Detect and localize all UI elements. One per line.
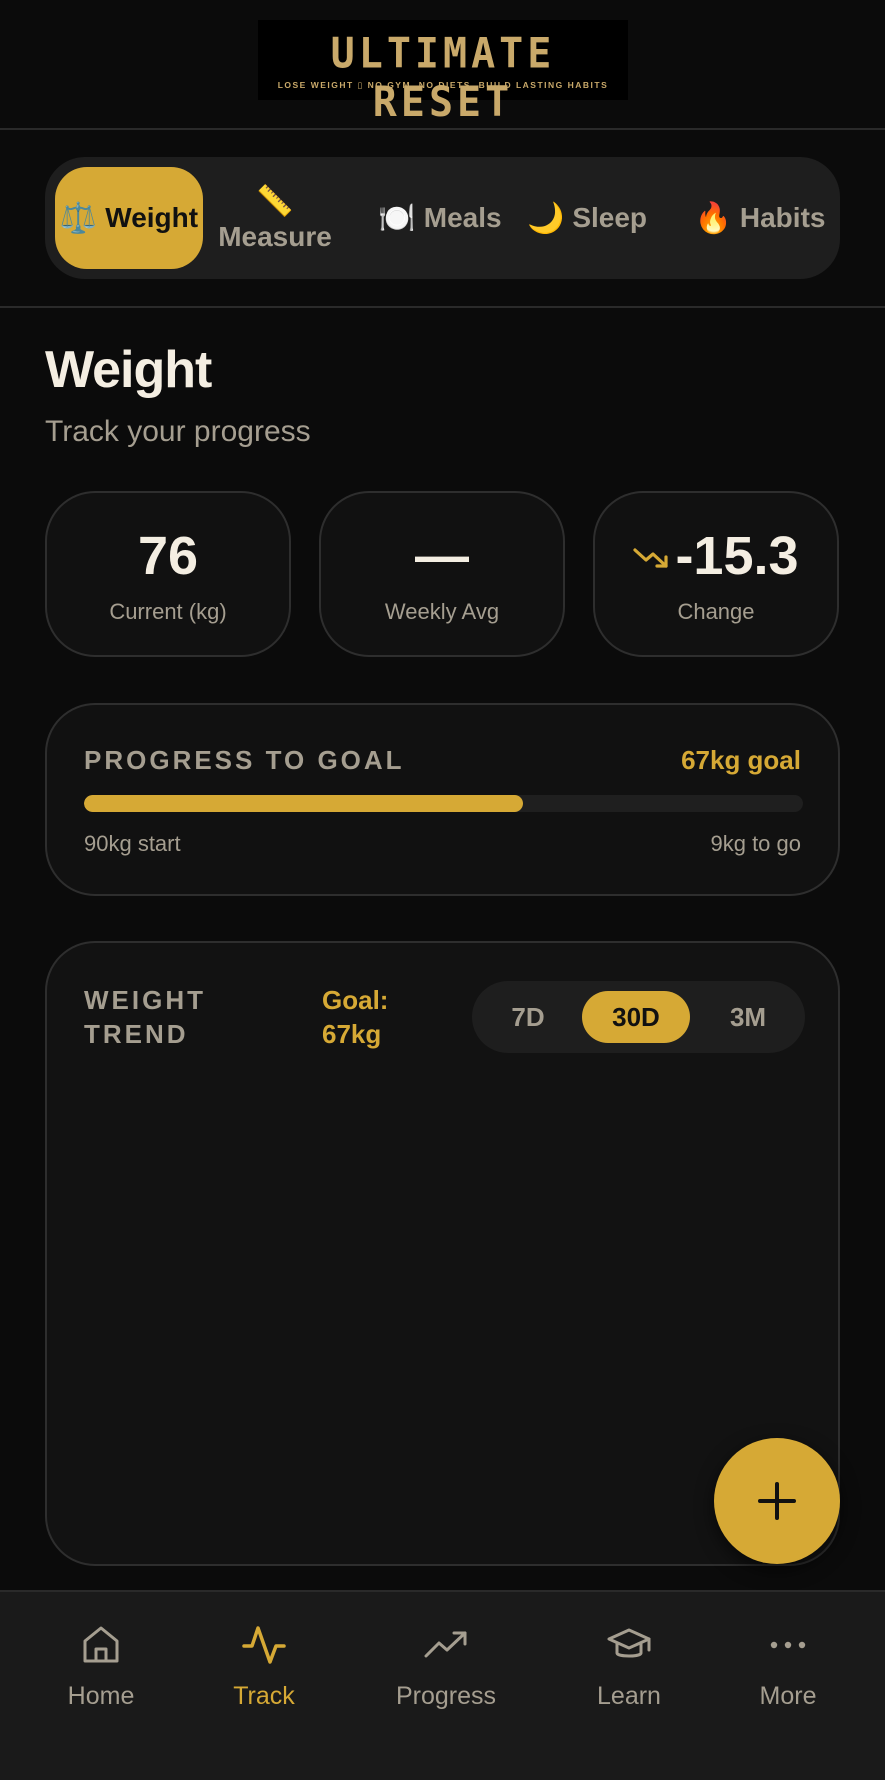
bottom-nav: Home Track Progress Learn More	[0, 1590, 885, 1780]
progress-goal: 67kg goal	[681, 745, 801, 775]
stat-card-change: -15.3 Change	[593, 491, 839, 657]
nav-progress[interactable]: Progress	[371, 1622, 521, 1732]
tab-label: Sleep	[572, 202, 648, 233]
page-title: Weight	[45, 341, 212, 399]
tab-label: Weight	[105, 202, 199, 233]
progress-start: 90kg start	[84, 831, 181, 856]
brand-title: ULTIMATE RESET	[330, 29, 556, 127]
weight-trend-label: WEIGHT TREND	[84, 985, 206, 1049]
page-subtitle: Track your progress	[45, 415, 311, 448]
more-dots-icon	[770, 1641, 806, 1649]
progress-bar	[84, 795, 803, 812]
range-30d-button[interactable]: 30D	[582, 991, 690, 1043]
change-label: Change	[677, 599, 755, 624]
nav-learn[interactable]: Learn	[554, 1622, 704, 1732]
nav-label: Home	[67, 1682, 135, 1710]
progress-to-go: 9kg to go	[710, 831, 801, 856]
nav-label: Track	[233, 1682, 295, 1710]
range-selector: 7D 30D 3M	[472, 981, 805, 1053]
tab-weight[interactable]: ⚖️ Weight	[55, 167, 203, 269]
tracker-tabs: ⚖️ Weight 📏 Measure 🍽️ Meals 🌙 Sleep 🔥 H…	[45, 157, 840, 279]
stat-card-weekly-avg: — Weekly Avg	[319, 491, 565, 657]
app-header: ULTIMATE RESET LOSE WEIGHT ▯ NO GYM, NO …	[0, 0, 885, 130]
tab-sleep[interactable]: 🌙 Sleep	[527, 157, 647, 279]
nav-track[interactable]: Track	[189, 1622, 339, 1732]
nav-label: Progress	[395, 1682, 497, 1710]
scale-icon: ⚖️	[59, 201, 98, 235]
tab-label: Meals	[423, 202, 502, 233]
weight-trend-goal: Goal: 67kg	[322, 985, 389, 1049]
home-icon	[83, 1626, 119, 1663]
plate-icon: 🍽️	[378, 201, 416, 235]
range-3m-button[interactable]: 3M	[694, 991, 802, 1043]
weekly-avg-label: Weekly Avg	[384, 599, 500, 624]
tab-meals[interactable]: 🍽️ Meals	[375, 157, 505, 279]
brand-tagline: LOSE WEIGHT ▯ NO GYM, NO DIETS, BUILD LA…	[277, 80, 609, 90]
trending-up-icon	[424, 1631, 467, 1658]
moon-icon: 🌙	[526, 201, 565, 235]
fire-icon: 🔥	[694, 201, 732, 235]
weight-trend-chart-area	[84, 1073, 803, 1543]
trending-down-icon	[633, 521, 669, 583]
tracker-tabs-bar: ⚖️ Weight 📏 Measure 🍽️ Meals 🌙 Sleep 🔥 H…	[0, 130, 885, 308]
ruler-icon: 📏	[256, 184, 294, 218]
tab-label: Habits	[739, 202, 826, 233]
tab-habits[interactable]: 🔥 Habits	[690, 157, 830, 279]
nav-more[interactable]: More	[713, 1622, 863, 1732]
progress-to-goal-card: PROGRESS TO GOAL 67kg goal 90kg start 9k…	[45, 703, 840, 896]
progress-label: PROGRESS TO GOAL	[84, 745, 405, 775]
nav-home[interactable]: Home	[26, 1622, 176, 1732]
plus-icon	[758, 1482, 796, 1520]
graduation-cap-icon	[607, 1628, 651, 1658]
change-value: -15.3	[675, 526, 799, 586]
weekly-avg-value: —	[415, 526, 469, 586]
current-weight-value: 76	[137, 526, 199, 586]
tab-label: Measure	[218, 220, 332, 252]
range-7d-button[interactable]: 7D	[474, 991, 582, 1043]
progress-bar-fill	[84, 795, 523, 812]
add-entry-button[interactable]	[714, 1438, 840, 1564]
stat-card-current: 76 Current (kg)	[45, 491, 291, 657]
brand-logo: ULTIMATE RESET LOSE WEIGHT ▯ NO GYM, NO …	[258, 20, 628, 126]
current-weight-label: Current (kg)	[109, 599, 227, 624]
change-value-row: -15.3	[595, 525, 837, 591]
activity-icon	[242, 1626, 286, 1664]
nav-label: Learn	[597, 1682, 661, 1710]
tab-measure[interactable]: 📏 Measure	[215, 157, 335, 279]
nav-label: More	[759, 1682, 817, 1710]
